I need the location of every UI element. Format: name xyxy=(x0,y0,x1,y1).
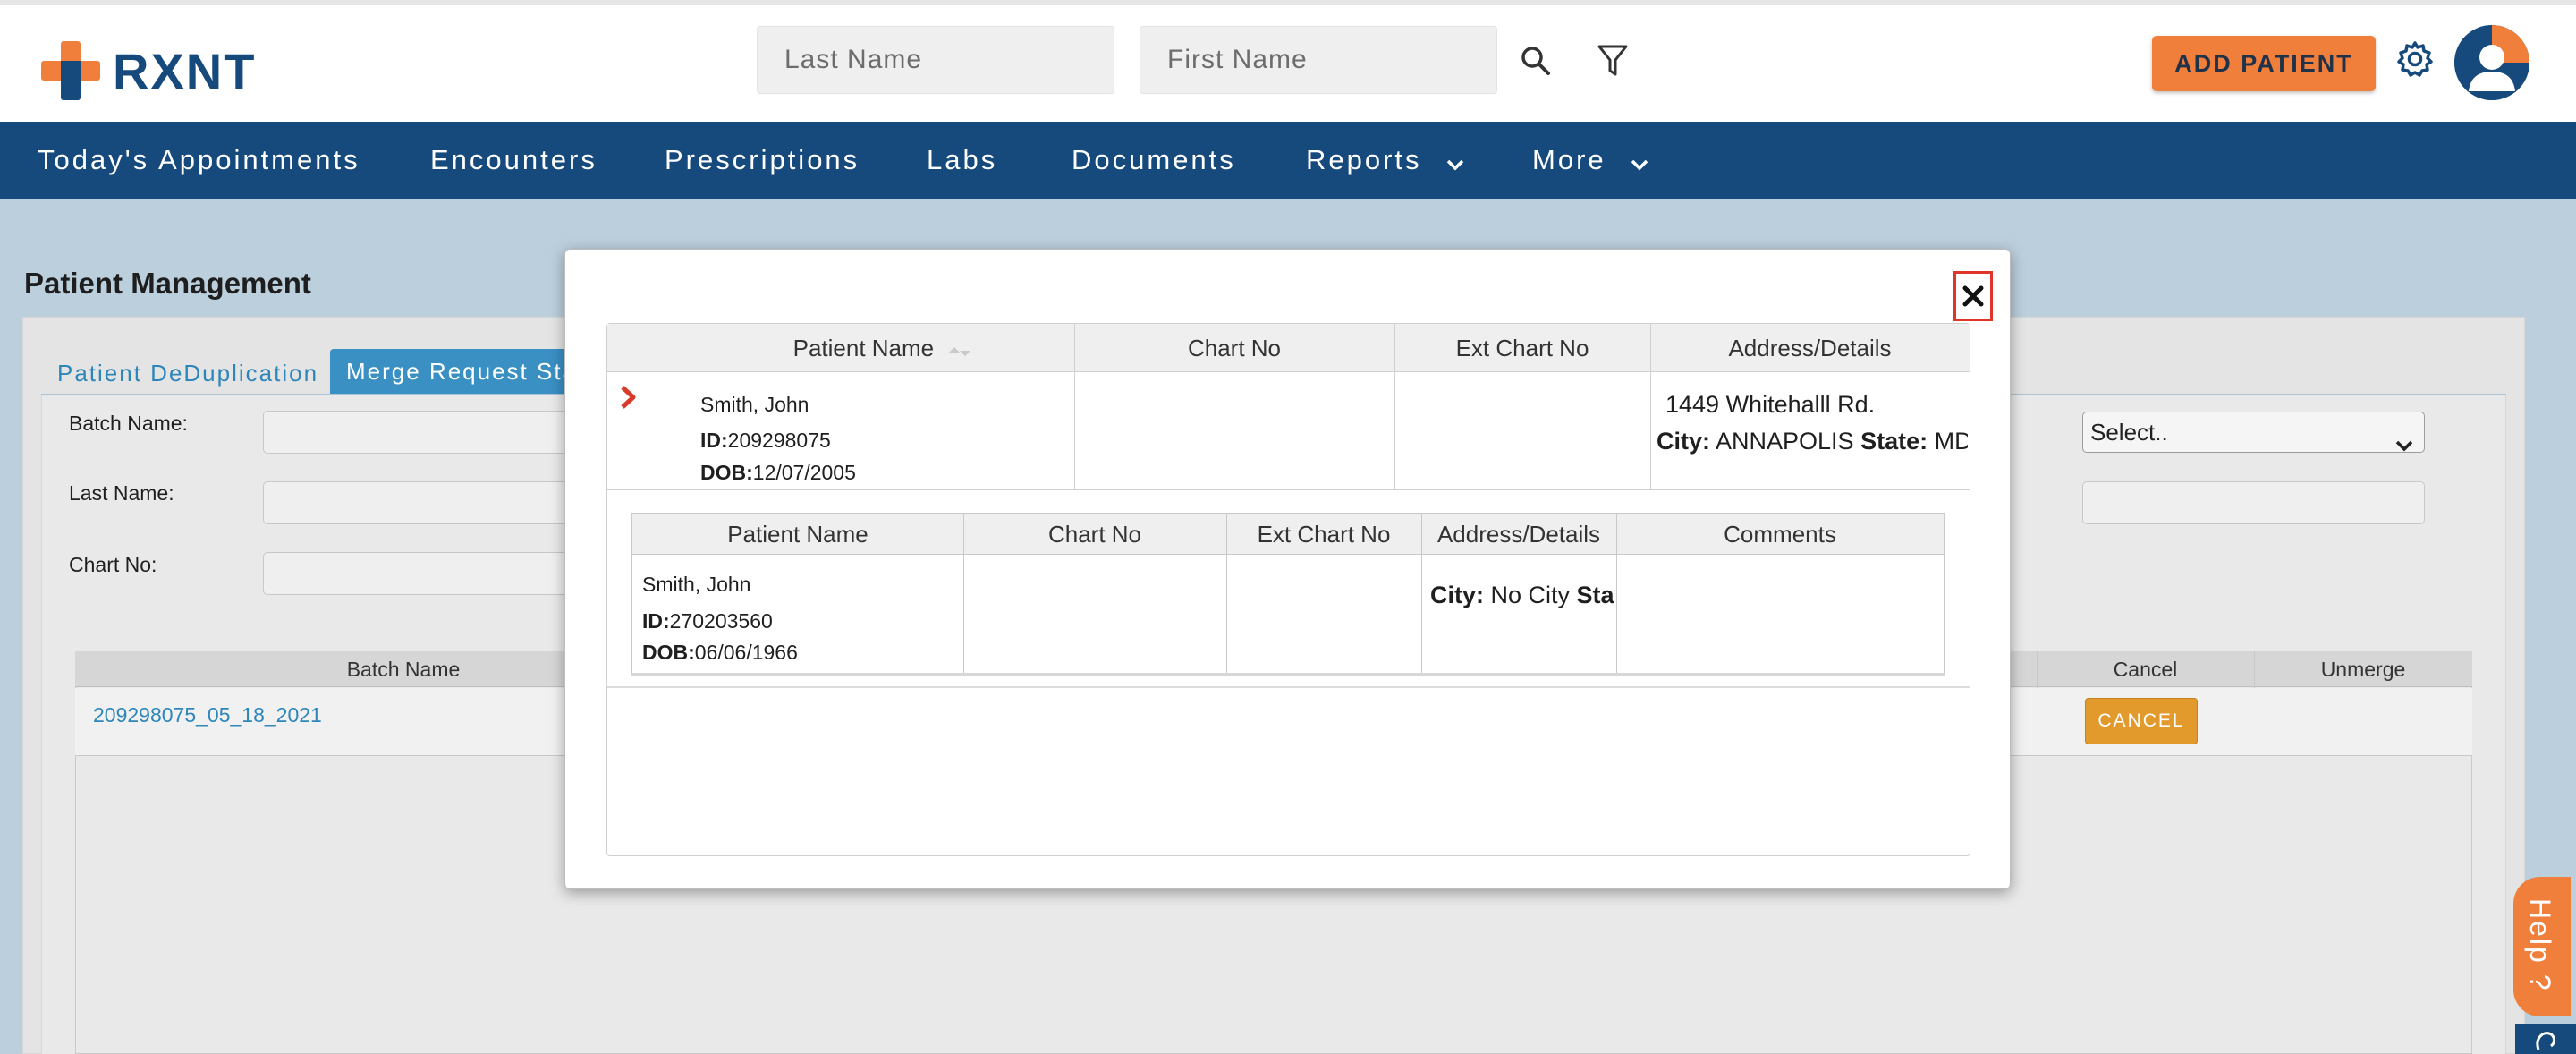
cancel-header: Cancel xyxy=(2113,658,2178,681)
gear-icon[interactable] xyxy=(2395,39,2435,79)
id-label: ID: xyxy=(642,609,670,633)
sort-icon xyxy=(947,326,972,374)
nav-label: Encounters xyxy=(430,144,597,175)
city-label: City: xyxy=(1657,428,1710,455)
batch-name-input[interactable] xyxy=(263,411,585,454)
page-title: Patient Management xyxy=(24,267,311,300)
dob-value: 12/07/2005 xyxy=(752,461,856,484)
status-select[interactable]: Select.. xyxy=(2082,412,2425,453)
nav-label: More xyxy=(1532,144,1606,175)
chart-no-label: Chart No: xyxy=(69,553,157,576)
user-avatar-icon[interactable] xyxy=(2454,25,2529,100)
subgrid-shadow xyxy=(631,673,1945,676)
nav-label: Labs xyxy=(927,144,998,175)
last-name-search-input[interactable] xyxy=(757,26,1114,94)
tab-merge-request-status[interactable]: Merge Request Status xyxy=(330,349,580,394)
state-value: MD 2 xyxy=(1934,428,1968,455)
sub-comments-header: Comments xyxy=(1724,521,1836,548)
col-divider xyxy=(963,514,964,673)
city-value: No City xyxy=(1490,582,1571,608)
sub-ext-chart-no-header: Ext Chart No xyxy=(1257,521,1391,548)
last-name-input[interactable] xyxy=(263,481,585,524)
sub-address-details-header: Address/Details xyxy=(1436,521,1601,548)
help-label: Help ? xyxy=(2524,898,2556,992)
expand-chevron-icon[interactable] xyxy=(619,385,639,414)
nav-item-reports[interactable]: Reports xyxy=(1306,122,1464,199)
duplicate-patient-id: ID:270203560 xyxy=(642,609,773,633)
dob-label: DOB: xyxy=(642,641,695,664)
primary-patient-id: ID:209298075 xyxy=(700,429,831,453)
unmerge-header: Unmerge xyxy=(2320,658,2406,681)
city-value: ANNAPOLIS xyxy=(1716,428,1854,455)
state-label: Stat xyxy=(1576,582,1614,608)
batch-name-link[interactable]: 209298075_05_18_2021 xyxy=(93,703,322,727)
city-label: City: xyxy=(1430,582,1484,608)
col-divider xyxy=(1074,324,1075,489)
last-name-label: Last Name: xyxy=(69,481,174,505)
nav-item-documents[interactable]: Documents xyxy=(1072,122,1236,199)
nav-label: Prescriptions xyxy=(665,144,860,175)
nav-item-more[interactable]: More xyxy=(1532,122,1648,199)
primary-address-line: 1449 Whitehalll Rd. xyxy=(1665,391,1876,418)
nav-label: Reports xyxy=(1306,144,1422,175)
header-label: Patient Name xyxy=(792,335,935,361)
filter-icon[interactable] xyxy=(1588,36,1638,86)
id-label: ID: xyxy=(700,429,728,452)
row-divider xyxy=(607,489,1970,490)
address-details-header[interactable]: Address/Details xyxy=(1650,324,1970,372)
batch-name-label: Batch Name: xyxy=(69,412,188,435)
help-tab[interactable]: Help ? xyxy=(2513,877,2571,1016)
select-value: Select.. xyxy=(2090,419,2168,446)
chevron-down-icon xyxy=(1446,123,1464,200)
nav-label: Today's Appointments xyxy=(38,144,360,175)
col-divider xyxy=(1650,324,1651,489)
grid-divider xyxy=(607,686,1970,688)
cross-logo-icon xyxy=(41,41,100,100)
chart-no-header[interactable]: Chart No xyxy=(1074,324,1394,372)
rxnt-logo[interactable]: RXNT xyxy=(41,38,256,104)
duplicate-patient-link[interactable]: Smith, John xyxy=(642,573,750,597)
duplicate-city-state: City: No City Stat xyxy=(1430,582,1614,609)
cancel-batch-button[interactable]: CANCEL xyxy=(2085,698,2198,744)
sub-patient-name-header: Patient Name xyxy=(727,521,869,548)
id-value: 209298075 xyxy=(727,429,831,452)
col-divider xyxy=(1421,514,1422,673)
primary-city-state: City: ANNAPOLIS State: MD 2 xyxy=(1657,428,1968,455)
nav-item-encounters[interactable]: Encounters xyxy=(430,122,597,199)
col-divider xyxy=(1616,514,1617,673)
add-patient-button[interactable]: ADD PATIENT xyxy=(2152,36,2376,91)
col-divider xyxy=(1394,324,1395,489)
close-icon[interactable] xyxy=(1953,271,1993,321)
right-filter-input[interactable] xyxy=(2082,481,2425,524)
duplicate-patient-dob: DOB:06/06/1966 xyxy=(642,641,798,665)
col-divider xyxy=(1226,514,1227,673)
chat-icon[interactable] xyxy=(2515,1024,2576,1054)
state-label: State: xyxy=(1860,428,1928,455)
id-value: 270203560 xyxy=(669,609,773,633)
chevron-down-icon xyxy=(2395,424,2413,463)
ext-chart-no-header[interactable]: Ext Chart No xyxy=(1394,324,1650,372)
chevron-down-icon xyxy=(1631,123,1648,200)
nav-item-labs[interactable]: Labs xyxy=(927,122,997,199)
primary-patient-dob: DOB:12/07/2005 xyxy=(700,461,856,485)
tab-patient-deduplication[interactable]: Patient DeDuplication xyxy=(41,351,335,395)
search-icon[interactable] xyxy=(1511,36,1561,86)
logo-text: RXNT xyxy=(113,42,257,99)
nav-item-todays-appointments[interactable]: Today's Appointments xyxy=(38,122,360,199)
nav-label: Documents xyxy=(1072,144,1236,175)
main-nav: Today's Appointments Encounters Prescrip… xyxy=(0,122,2576,199)
primary-patient-link[interactable]: Smith, John xyxy=(700,393,809,417)
first-name-search-input[interactable] xyxy=(1140,26,1497,94)
patient-name-header[interactable]: Patient Name xyxy=(691,324,1074,372)
nav-item-prescriptions[interactable]: Prescriptions xyxy=(665,122,860,199)
chart-no-input[interactable] xyxy=(263,552,585,595)
dob-value: 06/06/1966 xyxy=(694,641,798,664)
sub-chart-no-header: Chart No xyxy=(1047,521,1142,548)
dob-label: DOB: xyxy=(700,461,753,484)
